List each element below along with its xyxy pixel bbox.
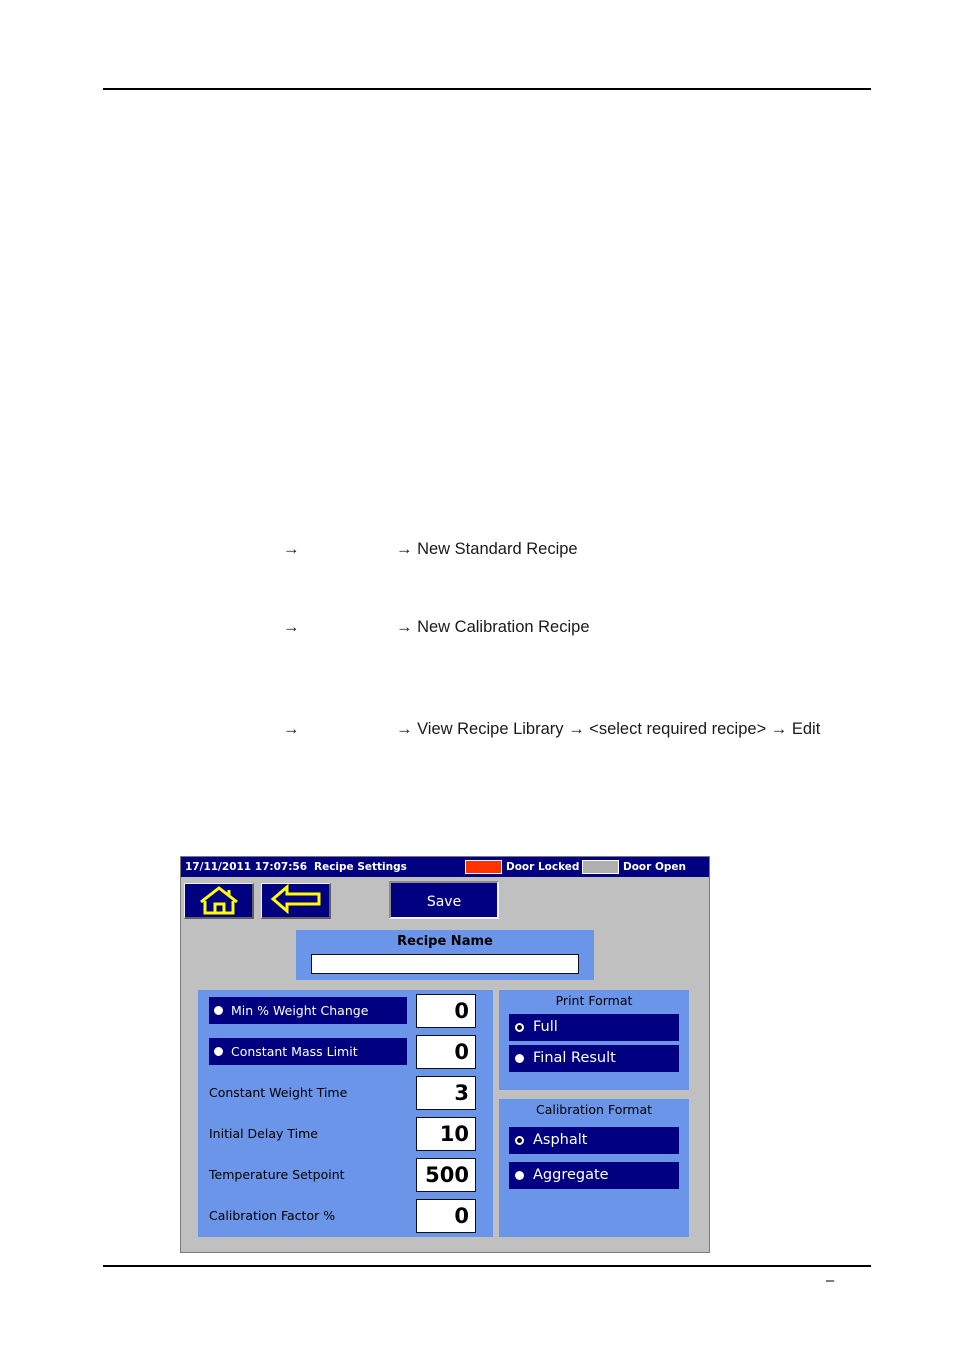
param-row: Initial Delay Time 10 xyxy=(198,1117,493,1155)
param-min-weight-change-value[interactable]: 0 xyxy=(416,994,476,1028)
parameters-panel: Min % Weight Change 0 Constant Mass Limi… xyxy=(198,990,493,1237)
radio-indicator xyxy=(214,1047,223,1056)
recipe-name-input[interactable] xyxy=(311,954,579,974)
param-row: Constant Mass Limit 0 xyxy=(198,1035,493,1073)
param-temperature-setpoint-value[interactable]: 500 xyxy=(416,1158,476,1192)
param-calibration-factor-label: Calibration Factor % xyxy=(209,1208,336,1223)
print-format-option-final-result[interactable]: Final Result xyxy=(509,1045,679,1072)
param-min-weight-change-chip[interactable]: Min % Weight Change xyxy=(209,997,407,1024)
status-bar: 17/11/2011 17:07:56 Recipe Settings Door… xyxy=(181,857,709,877)
home-button[interactable] xyxy=(184,883,254,919)
option-label: Final Result xyxy=(533,1050,616,1066)
procedure-text: → New Standard Recipe xyxy=(396,540,578,558)
calibration-format-title: Calibration Format xyxy=(535,1102,653,1117)
option-label: Aggregate xyxy=(533,1167,609,1183)
procedure-line-3: → → View Recipe Library → <select require… xyxy=(283,718,883,740)
param-calibration-factor-value[interactable]: 0 xyxy=(416,1199,476,1233)
print-format-title: Print Format xyxy=(555,993,633,1008)
calibration-format-option-aggregate[interactable]: Aggregate xyxy=(509,1162,679,1189)
hmi-screenshot-window: 17/11/2011 17:07:56 Recipe Settings Door… xyxy=(180,856,710,1253)
param-constant-weight-time-value[interactable]: 3 xyxy=(416,1076,476,1110)
radio-indicator xyxy=(515,1023,524,1032)
print-format-option-full[interactable]: Full xyxy=(509,1014,679,1041)
radio-indicator xyxy=(515,1136,524,1145)
param-row: Min % Weight Change 0 xyxy=(198,994,493,1032)
procedure-lead-arrow: → xyxy=(283,540,300,558)
screen-title: Recipe Settings xyxy=(314,861,407,873)
param-row: Constant Weight Time 3 xyxy=(198,1076,493,1114)
toolbar: Save xyxy=(181,877,709,922)
param-row: Temperature Setpoint 500 xyxy=(198,1158,493,1196)
param-initial-delay-time-label: Initial Delay Time xyxy=(209,1126,318,1141)
procedure-text: → View Recipe Library → <select required… xyxy=(396,720,821,738)
status-datetime: 17/11/2011 17:07:56 xyxy=(185,861,308,873)
param-constant-weight-time-label: Constant Weight Time xyxy=(209,1085,348,1100)
door-locked-label: Door Locked xyxy=(506,861,580,873)
door-locked-lamp xyxy=(465,860,502,874)
back-button[interactable] xyxy=(261,883,331,919)
param-initial-delay-time-value[interactable]: 10 xyxy=(416,1117,476,1151)
param-label: Constant Mass Limit xyxy=(231,1044,358,1059)
recipe-name-label: Recipe Name xyxy=(397,934,493,949)
radio-indicator xyxy=(214,1006,223,1015)
print-format-group: Print Format Full Final Result xyxy=(499,990,689,1090)
procedure-lead-arrow: → xyxy=(283,720,300,738)
param-label: Min % Weight Change xyxy=(231,1003,369,1018)
home-icon xyxy=(185,884,252,916)
param-constant-mass-limit-value[interactable]: 0 xyxy=(416,1035,476,1069)
option-label: Asphalt xyxy=(533,1132,588,1148)
radio-indicator xyxy=(515,1054,524,1063)
page-header-rule xyxy=(103,88,871,90)
procedure-lead-arrow: → xyxy=(283,618,300,636)
procedure-line-1: → → New Standard Recipe xyxy=(283,538,883,560)
param-constant-mass-limit-chip[interactable]: Constant Mass Limit xyxy=(209,1038,407,1065)
param-temperature-setpoint-label: Temperature Setpoint xyxy=(209,1167,345,1182)
calibration-format-option-asphalt[interactable]: Asphalt xyxy=(509,1127,679,1154)
page-number: – xyxy=(825,1272,835,1289)
calibration-format-group: Calibration Format Asphalt Aggregate xyxy=(499,1099,689,1237)
back-arrow-icon xyxy=(262,884,329,914)
save-button[interactable]: Save xyxy=(389,881,499,919)
page-footer-rule xyxy=(103,1265,871,1267)
recipe-name-group: Recipe Name xyxy=(296,930,594,980)
door-open-lamp xyxy=(582,860,619,874)
door-open-label: Door Open xyxy=(623,861,687,873)
procedure-line-2: → → New Calibration Recipe xyxy=(283,616,883,638)
param-row: Calibration Factor % 0 xyxy=(198,1199,493,1237)
option-label: Full xyxy=(533,1019,558,1035)
radio-indicator xyxy=(515,1171,524,1180)
procedure-text: → New Calibration Recipe xyxy=(396,618,590,636)
